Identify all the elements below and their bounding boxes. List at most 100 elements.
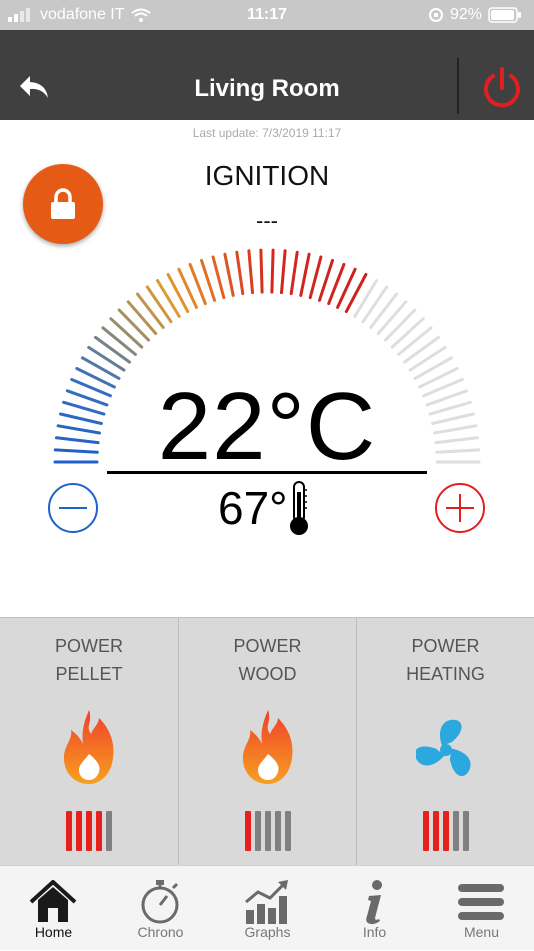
set-temperature: 22°C [157,373,377,480]
fan-icon [416,719,471,777]
plus-icon [435,483,485,533]
power-level-bar [244,811,251,851]
tab-label: Info [362,924,387,940]
increase-button[interactable] [434,482,486,534]
gauge-tick [308,255,323,300]
power-level-bar [462,811,469,851]
app-header: Living Room [0,30,534,120]
tab-menu[interactable]: Menu [428,866,534,951]
home-icon [29,880,77,922]
current-temperature: 67° [218,482,288,534]
gauge-tick [353,279,378,318]
power-level-bar [284,811,291,851]
gauge-tick [384,308,417,342]
stopwatch-icon [141,880,179,924]
gauge-tick [270,248,275,294]
header-divider [457,58,459,114]
power-level-bar [422,811,429,851]
power-level-bar [86,811,92,851]
decrease-button[interactable] [47,482,99,534]
panel-title-line1: POWER [54,636,123,656]
tab-info[interactable]: Info [321,866,428,951]
panel-power-wood[interactable]: POWER WOOD [178,618,356,866]
panel-title-line1: POWER [411,636,480,656]
gauge-tick [397,326,433,356]
gauge-tick [200,258,216,302]
gauge-tick [223,252,235,297]
power-icon[interactable] [480,66,524,110]
room-title: Living Room [194,75,340,102]
panel-title-line1: POWER [233,636,302,656]
tab-label: Home [34,924,73,940]
power-level-bar [432,811,439,851]
power-level-bar [96,811,102,851]
power-level-bar [76,811,82,851]
gauge-tick [259,248,264,294]
gauge-tick [136,292,165,329]
power-level-bar [274,811,281,851]
gauge-tick [101,326,137,356]
panel-power-pellet[interactable]: POWER PELLET [0,618,178,866]
tab-graphs[interactable]: Graphs [214,866,321,951]
power-level-bar [264,811,271,851]
power-level-bar [442,811,449,851]
orientation-lock-icon [428,8,443,22]
panel-title-line2: PELLET [55,664,123,684]
gauge-tick [117,308,150,342]
gauge-tick [94,335,131,364]
power-level-bar [106,811,112,851]
panel-title-line2: WOOD [238,664,297,684]
flame-icon [242,710,293,784]
battery-group: 92% [428,6,522,24]
gauge-tick [289,250,299,296]
gauge-tick [247,249,254,295]
panel-title: POWER HEATING [357,632,534,688]
power-level-bars [179,811,356,851]
gauge-tick [376,300,408,335]
stove-state: IGNITION [204,160,330,191]
graph-icon [245,880,288,924]
gauge-tick [403,335,440,364]
power-panels: POWER PELLET POWER WOOD POWER HEATING [0,617,534,866]
gauge-tick [211,255,226,300]
gauge-tick [299,252,311,297]
status-bar: vodafone IT 11:17 92% [0,0,534,30]
gauge-tick [87,345,126,372]
temperature-divider [107,471,427,474]
minus-icon [48,483,98,533]
current-temperature-group: 67° [218,478,310,538]
last-update: Last update: 7/3/2019 11:17 [192,126,342,140]
battery-icon [488,7,521,23]
gauge-tick [235,250,245,296]
tab-bar: Home Chrono Graphs Info Menu [0,865,534,950]
tab-chrono[interactable]: Chrono [107,866,214,951]
gauge-tick [280,249,287,295]
power-level-bar [254,811,261,851]
gauge-tick [408,345,447,372]
gauge-tick [145,285,173,324]
power-level-bar [452,811,459,851]
gauge-tick [109,317,144,349]
gauge-tick [369,292,398,329]
tab-label: Menu [463,924,500,940]
power-level-bars [357,811,534,851]
tab-label: Graphs [244,924,291,940]
panel-title: POWER WOOD [179,632,356,688]
flame-icon [63,710,114,784]
tab-label: Chrono [137,924,184,940]
gauge-tick [318,258,334,302]
stove-substate: --- [256,208,278,233]
gauge-tick [126,300,158,335]
panel-power-heating[interactable]: POWER HEATING [356,618,534,866]
menu-icon [458,884,504,920]
gauge-tick [361,285,389,324]
gauge-tick [390,317,425,349]
gauge-tick [156,279,181,318]
tab-home[interactable]: Home [0,866,107,951]
panel-title: POWER PELLET [0,632,178,688]
panel-title-line2: HEATING [406,664,485,684]
info-icon [366,880,382,925]
battery-percent: 92% [449,6,482,23]
power-level-bar [66,811,72,851]
power-level-bars [0,811,178,851]
